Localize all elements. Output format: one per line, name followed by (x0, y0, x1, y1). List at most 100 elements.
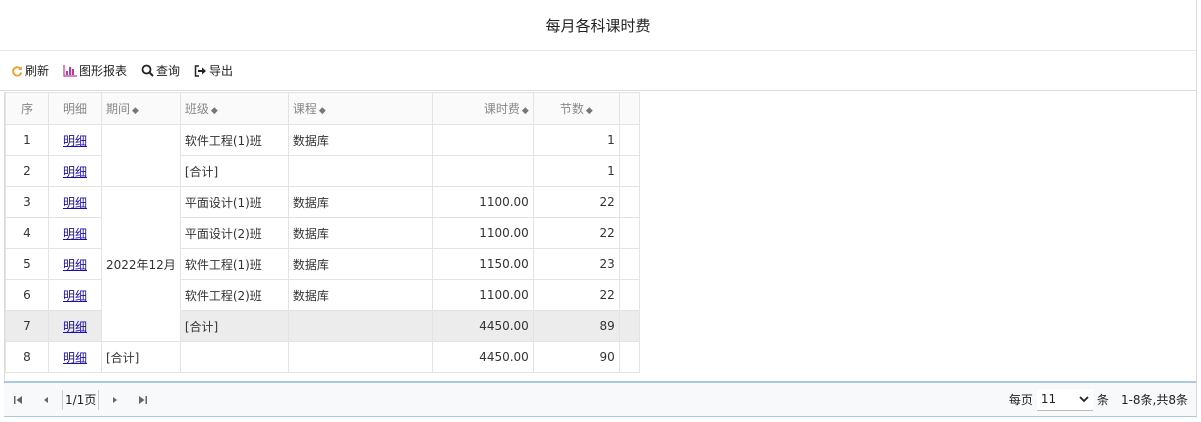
data-table: 序 明细 期间 ◆ 班级 ◆ 课程 ◆ 课时费 ◆ 节数 ◆ 1 明细 软件工程(1)班 … (5, 92, 640, 373)
cell-detail[interactable]: 明细 (48, 310, 102, 342)
col-period-header[interactable]: 期间 ◆ (101, 92, 181, 125)
cell-course: 数据库 (287, 279, 433, 311)
sort-icon[interactable]: ◆ (586, 106, 593, 116)
per-page-label: 每页 (1008, 393, 1033, 407)
detail-link[interactable]: 明细 (63, 320, 87, 334)
table-row[interactable]: 6 明细 软件工程(2)班 数据库 1100.00 22 (5, 279, 640, 311)
col-class-header[interactable]: 班级 ◆ (179, 92, 289, 125)
cell-course: 数据库 (287, 248, 433, 280)
col-lessons-header[interactable]: 节数 ◆ (532, 92, 620, 125)
data-grid: 序 明细 期间 ◆ 班级 ◆ 课程 ◆ 课时费 ◆ 节数 ◆ 1 明细 软件工程(1)班 … (4, 92, 1197, 382)
per-page-select[interactable]: 11 (1036, 388, 1093, 411)
cell-seq: 8 (5, 341, 49, 373)
cell-class: 软件工程(1)班 (179, 124, 289, 156)
first-page-button[interactable] (4, 390, 32, 410)
refresh-button[interactable]: 刷新 (11, 62, 49, 79)
sort-icon[interactable]: ◆ (522, 106, 529, 116)
sort-icon[interactable]: ◆ (319, 106, 326, 116)
cell-fee: 1150.00 (431, 248, 534, 280)
cell-lessons: 22 (532, 279, 620, 311)
export-label: 导出 (209, 64, 234, 78)
pager-right: 每页 11 条 1-8条,共8条 (1008, 388, 1196, 411)
last-page-icon (139, 395, 148, 404)
pager-divider (62, 389, 63, 410)
refresh-label: 刷新 (25, 64, 50, 78)
sort-icon[interactable]: ◆ (211, 106, 218, 116)
chart-report-label: 图形报表 (79, 64, 128, 78)
cell-detail[interactable]: 明细 (48, 155, 102, 187)
detail-link[interactable]: 明细 (63, 351, 87, 365)
export-icon (194, 64, 207, 77)
cell-class: 软件工程(2)班 (179, 279, 289, 311)
col-seq-header: 序 (5, 92, 49, 125)
detail-link[interactable]: 明细 (63, 134, 87, 148)
col-course-header[interactable]: 课程 ◆ (287, 92, 433, 125)
row-spacer (618, 124, 640, 156)
detail-link[interactable]: 明细 (63, 196, 87, 210)
cell-seq: 2 (5, 155, 49, 187)
cell-detail[interactable]: 明细 (48, 124, 102, 156)
table-row[interactable]: 8 明细 [合计] 4450.00 90 (5, 341, 640, 373)
detail-link[interactable]: 明细 (63, 165, 87, 179)
next-page-icon (113, 396, 118, 403)
pager-divider (98, 389, 100, 410)
row-spacer (618, 248, 640, 280)
cell-seq: 1 (5, 124, 49, 156)
cell-detail[interactable]: 明细 (48, 279, 102, 311)
chart-report-button[interactable]: 图形报表 (63, 62, 127, 79)
row-spacer (618, 310, 640, 342)
cell-lessons: 23 (532, 248, 620, 280)
col-fee-header[interactable]: 课时费 ◆ (431, 92, 534, 125)
cell-class: 平面设计(2)班 (179, 217, 289, 249)
table-row[interactable]: 7 明细 [合计] 4450.00 89 (5, 310, 640, 342)
table-row[interactable]: 4 明细 平面设计(2)班 数据库 1100.00 22 (5, 217, 640, 249)
per-page-value: 11 (1040, 392, 1057, 406)
cell-period: 2022年12月 (101, 186, 181, 342)
table-row[interactable]: 5 明细 软件工程(1)班 数据库 1150.00 23 (5, 248, 640, 280)
cell-course: 数据库 (287, 186, 433, 218)
cell-lessons: 90 (532, 341, 620, 373)
table-row[interactable]: 2 明细 [合计] 1 (5, 155, 640, 187)
query-button[interactable]: 查询 (141, 62, 180, 79)
toolbar: 刷新 图形报表 查询 导出 (0, 51, 1196, 91)
bar-chart-icon (63, 64, 78, 77)
cell-detail[interactable]: 明细 (48, 248, 102, 280)
cell-course (287, 155, 433, 187)
cell-detail[interactable]: 明细 (48, 341, 102, 373)
cell-class: 软件工程(1)班 (179, 248, 289, 280)
cell-period (101, 124, 181, 187)
cell-fee: 1100.00 (431, 217, 534, 249)
scrollbar-spacer (618, 92, 640, 125)
cell-detail[interactable]: 明细 (48, 186, 102, 218)
detail-link[interactable]: 明细 (63, 289, 87, 303)
refresh-icon (11, 65, 23, 77)
table-row[interactable]: 1 明细 软件工程(1)班 数据库 1 (5, 124, 640, 187)
cell-fee: 1100.00 (431, 186, 534, 218)
cell-fee (431, 155, 534, 187)
cell-period: [合计] (101, 341, 181, 373)
query-label: 查询 (156, 64, 181, 78)
cell-fee (431, 124, 534, 156)
row-spacer (618, 217, 640, 249)
page-indicator: 1/1页 (65, 393, 97, 407)
cell-lessons: 89 (532, 310, 620, 342)
last-page-button[interactable] (129, 390, 157, 410)
cell-detail[interactable]: 明细 (48, 217, 102, 249)
cell-seq: 6 (5, 279, 49, 311)
page-title: 每月各科课时费 (0, 0, 1196, 51)
chevron-down-icon (1079, 395, 1089, 402)
next-page-button[interactable] (101, 390, 129, 410)
cell-class (179, 341, 289, 373)
export-button[interactable]: 导出 (194, 62, 233, 79)
table-row[interactable]: 3 明细 2022年12月 平面设计(1)班 数据库 1100.00 22 (5, 186, 640, 342)
cell-course (287, 341, 433, 373)
prev-page-button[interactable] (32, 390, 60, 410)
cell-fee: 4450.00 (431, 310, 534, 342)
row-spacer (618, 341, 640, 373)
prev-page-icon (44, 396, 48, 403)
sort-icon[interactable]: ◆ (132, 106, 139, 116)
detail-link[interactable]: 明细 (63, 258, 87, 272)
detail-link[interactable]: 明细 (63, 227, 87, 241)
per-page-unit: 条 (1096, 393, 1109, 407)
cell-class: [合计] (179, 155, 289, 187)
